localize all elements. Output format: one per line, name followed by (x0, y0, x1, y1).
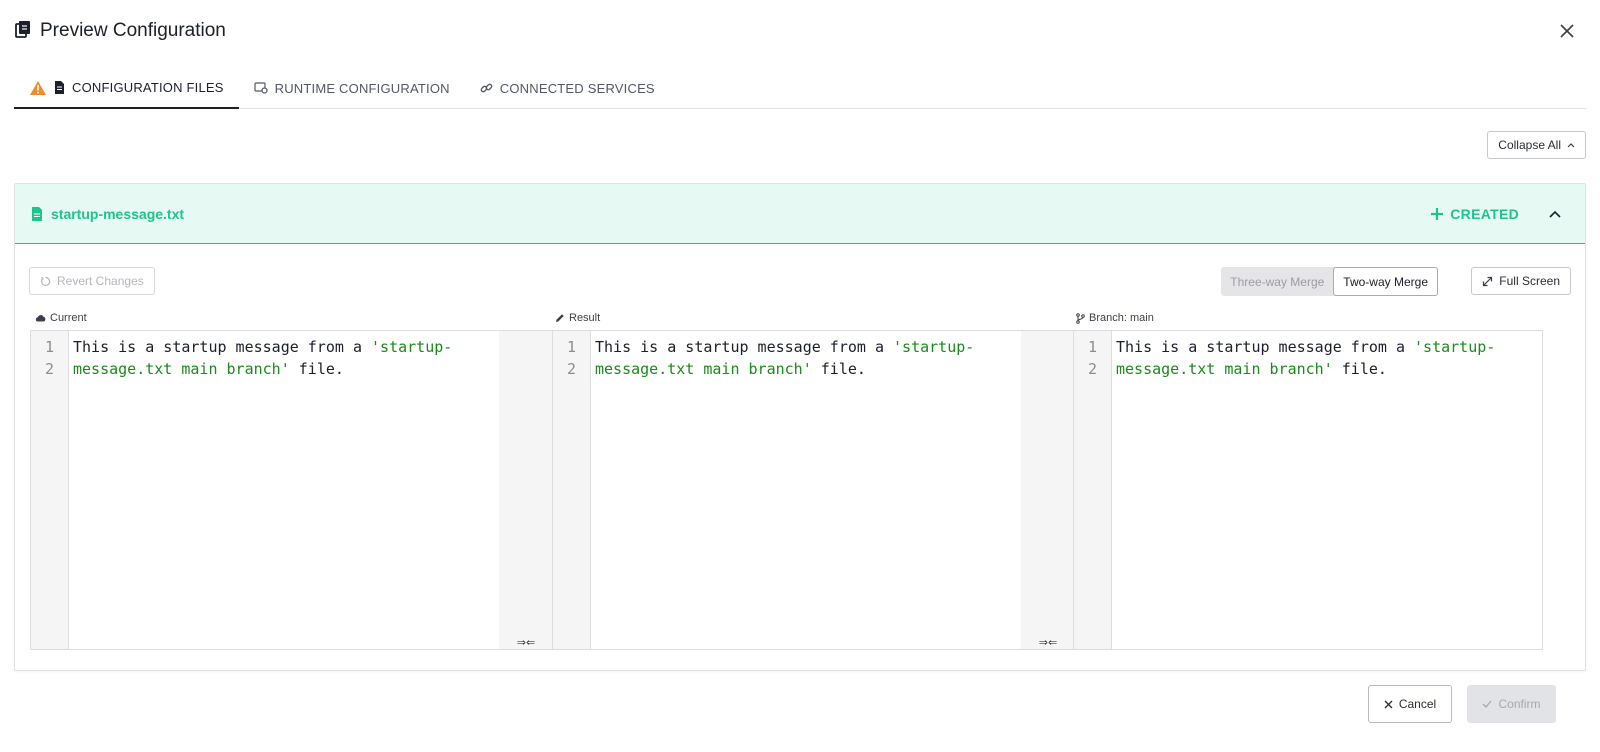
line-number-gutter: 1 2 (31, 331, 69, 649)
column-label-text: Current (50, 312, 87, 324)
merge-arrows-icon[interactable]: ⇒⇐ (1021, 636, 1075, 649)
plus-icon (1431, 208, 1444, 220)
close-icon (1384, 700, 1393, 708)
editor-current[interactable]: 1 2 This is a startup message from a 'st… (30, 330, 500, 650)
pencil-icon (556, 314, 564, 322)
document-stack-icon (14, 20, 32, 43)
status-label: CREATED (1450, 206, 1519, 222)
link-icon (480, 83, 493, 92)
editor-branch-main[interactable]: 1 2 This is a startup message from a 'st… (1073, 330, 1543, 650)
code-string: message.txt main branch' (1116, 360, 1333, 378)
column-label-current: Current (35, 312, 87, 324)
expand-icon (1483, 276, 1493, 286)
close-icon (1560, 24, 1574, 38)
code-string: 'startup- (893, 338, 975, 356)
tab-label: CONNECTED SERVICES (499, 80, 655, 96)
branch-icon (1076, 312, 1085, 324)
confirm-label: Confirm (1498, 697, 1541, 711)
file-name: startup-message.txt (51, 205, 185, 222)
file-icon (55, 81, 64, 94)
chevron-up-icon (1567, 143, 1575, 148)
line-number: 1 (1087, 338, 1098, 356)
code-content[interactable]: This is a startup message from a 'startu… (1112, 331, 1542, 649)
code-content[interactable]: This is a startup message from a 'startu… (69, 331, 499, 649)
tab-configuration-files[interactable]: CONFIGURATION FILES (14, 68, 239, 109)
column-label-result: Result (555, 312, 600, 324)
file-panel: startup-message.txt CREATED Revert Chang… (14, 183, 1586, 671)
tab-label: CONFIGURATION FILES (72, 80, 224, 95)
tab-connected-services[interactable]: CONNECTED SERVICES (465, 68, 670, 108)
runtime-settings-icon (254, 82, 268, 94)
cancel-label: Cancel (1398, 697, 1437, 711)
line-number: 1 (44, 338, 55, 356)
check-icon (1483, 700, 1492, 708)
line-number-gutter: 1 2 (1074, 331, 1112, 649)
merge-gutter: ⇒⇐ (1021, 330, 1075, 650)
chevron-up-icon (1549, 210, 1561, 218)
merge-gutter: ⇒⇐ (499, 330, 553, 650)
two-way-merge-option[interactable]: Two-way Merge (1333, 267, 1438, 296)
code-text: This is a startup message from a (73, 338, 372, 356)
code-text: This is a startup message from a (595, 338, 894, 356)
code-text: file. (811, 360, 866, 378)
merge-arrows-icon[interactable]: ⇒⇐ (499, 636, 553, 649)
warning-icon (30, 80, 46, 95)
code-string: message.txt main branch' (595, 360, 812, 378)
tab-bar: CONFIGURATION FILES RUNTIME CONFIGURATIO… (14, 68, 1586, 109)
collapse-all-label: Collapse All (1498, 138, 1561, 152)
three-way-merge-option[interactable]: Three-way Merge (1221, 267, 1333, 296)
collapse-all-button[interactable]: Collapse All (1487, 131, 1586, 159)
tab-label: RUNTIME CONFIGURATION (274, 80, 450, 96)
cancel-button[interactable]: Cancel (1368, 685, 1452, 723)
line-number-gutter: 1 2 (553, 331, 591, 649)
editor-result[interactable]: 1 2 This is a startup message from a 'st… (552, 330, 1022, 650)
code-content[interactable]: This is a startup message from a 'startu… (591, 331, 1021, 649)
tab-runtime-configuration[interactable]: RUNTIME CONFIGURATION (239, 68, 465, 108)
confirm-button[interactable]: Confirm (1467, 685, 1556, 723)
code-text: This is a startup message from a (1116, 338, 1415, 356)
revert-changes-button[interactable]: Revert Changes (29, 267, 155, 295)
cloud-icon (35, 315, 46, 322)
line-number: 2 (44, 360, 55, 378)
code-text: file. (1332, 360, 1387, 378)
dialog-title: Preview Configuration (40, 20, 226, 41)
line-number: 2 (566, 360, 577, 378)
code-text: file. (289, 360, 344, 378)
line-number: 1 (566, 338, 577, 356)
column-label-text: Result (569, 312, 601, 324)
dialog-header: Preview Configuration (14, 18, 226, 44)
collapse-file-button[interactable] (1543, 202, 1567, 226)
code-string: 'startup- (371, 338, 453, 356)
code-string: 'startup- (1414, 338, 1496, 356)
revert-icon (40, 276, 51, 286)
code-string: message.txt main branch' (73, 360, 290, 378)
line-number: 2 (1087, 360, 1098, 378)
merge-mode-toggle: Three-way Merge Two-way Merge (1221, 267, 1438, 296)
column-label-text: Branch: main (1089, 312, 1154, 324)
file-icon (32, 206, 42, 221)
full-screen-button[interactable]: Full Screen (1471, 267, 1571, 295)
revert-label: Revert Changes (57, 274, 144, 288)
full-screen-label: Full Screen (1499, 274, 1560, 288)
column-label-branch: Branch: main (1076, 312, 1154, 324)
file-panel-header[interactable]: startup-message.txt CREATED (15, 184, 1585, 244)
status-badge: CREATED (1430, 184, 1519, 244)
close-button[interactable] (1554, 18, 1580, 44)
